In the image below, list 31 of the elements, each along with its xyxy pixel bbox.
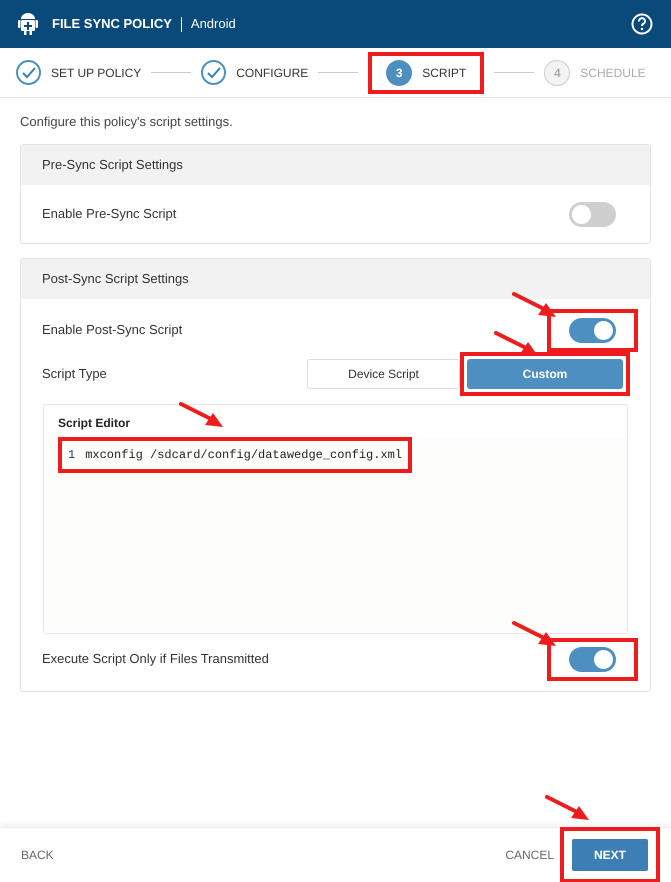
setting-label: Execute Script Only if Files Transmitted (42, 650, 269, 668)
next-button[interactable]: NEXT (572, 839, 648, 871)
setting-label: Enable Pre-Sync Script (42, 204, 176, 223)
toggle-switch[interactable] (569, 646, 616, 672)
step-number: 3 (386, 60, 412, 86)
description-text: Configure this policy's script settings. (20, 113, 234, 131)
segment-button[interactable]: Custom (467, 358, 623, 388)
card-title: Pre-Sync Script Settings (42, 156, 183, 174)
setting-label: Enable Post-Sync Script (42, 321, 182, 340)
step-number: 4 (544, 60, 570, 86)
segment-button[interactable]: Device Script (307, 358, 460, 388)
toggle-switch[interactable] (569, 202, 616, 226)
step-label: SCHEDULE (580, 64, 646, 82)
setting-label: Script Type (42, 364, 107, 383)
back-button[interactable]: BACK (21, 846, 54, 864)
code-line: mxconfig /sdcard/config/datawedge_config.xml (85, 446, 402, 464)
editor-title: Script Editor (58, 414, 130, 432)
window-title: FILE SYNC POLICY (52, 15, 172, 34)
step-label: SCRIPT (422, 64, 466, 82)
annotation-arrow (545, 794, 591, 822)
annotation-arrow (179, 400, 225, 428)
code-editor[interactable]: 1 mxconfig /sdcard/config/datawedge_config.xml (44, 436, 627, 632)
help-icon[interactable] (631, 13, 653, 35)
step-label: CONFIGURE (236, 64, 308, 82)
platform-label: Android (190, 15, 236, 34)
toggle-switch[interactable] (569, 318, 616, 342)
line-number: 1 (68, 446, 76, 464)
step-label: SET UP POLICY (51, 64, 142, 82)
card-title: Post-Sync Script Settings (42, 270, 189, 288)
cancel-button[interactable]: CANCEL (505, 846, 554, 864)
android-icon (18, 13, 38, 35)
